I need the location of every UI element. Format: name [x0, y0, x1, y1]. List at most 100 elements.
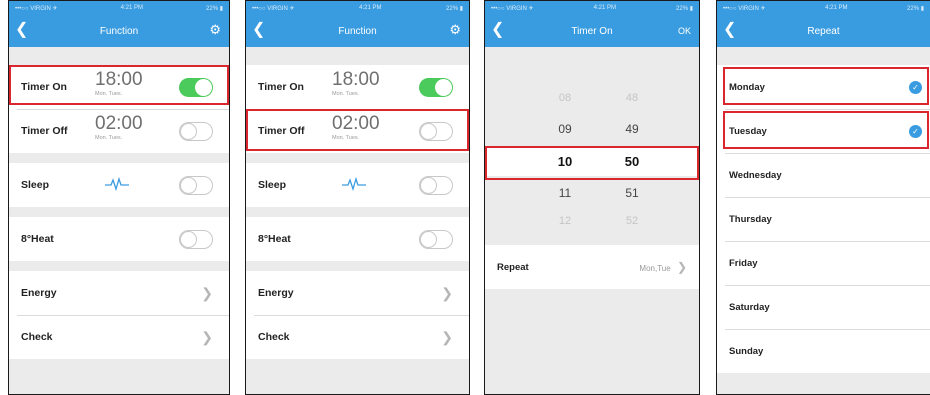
minute-option[interactable]: 48	[615, 92, 649, 104]
picker-row[interactable]: 11 51	[485, 178, 699, 208]
back-icon[interactable]: ❮	[723, 22, 736, 38]
energy-label: Energy	[258, 287, 294, 299]
battery-text: 22% ▮	[907, 5, 924, 12]
day-label: Saturday	[729, 301, 770, 313]
check-row[interactable]: Check ❯	[9, 315, 229, 359]
minute-option[interactable]: 52	[615, 215, 649, 227]
back-icon[interactable]: ❮	[491, 22, 504, 38]
highlight-box-selected-time	[485, 146, 699, 180]
chevron-right-icon: ❯	[441, 284, 453, 301]
phone-screen-function-1: •••○○ VIRGIN ✈ 4:21 PM 22% ▮ ❮ Function …	[8, 0, 230, 395]
day-row-friday[interactable]: Friday	[717, 241, 930, 285]
energy-row[interactable]: Energy ❯	[9, 271, 229, 315]
picker-row[interactable]: 12 52	[485, 206, 699, 236]
highlight-box-tuesday	[723, 111, 929, 149]
battery-text: 22% ▮	[446, 5, 463, 12]
timer-on-row[interactable]: Timer On 18:00 Mon. Tues.	[246, 65, 469, 109]
chevron-right-icon: ❯	[676, 260, 687, 274]
phone-screen-repeat: •••○○ VIRGIN ✈ 4:21 PM 22% ▮ ❮ Repeat Mo…	[716, 0, 930, 395]
highlight-box-timer-off	[246, 109, 469, 151]
page-title: Repeat	[807, 25, 840, 37]
timer-on-time-value: 18:00	[332, 69, 380, 90]
status-bar: •••○○ VIRGIN ✈ 4:21 PM 22% ▮	[717, 1, 930, 15]
day-row-thursday[interactable]: Thursday	[717, 197, 930, 241]
day-label: Friday	[729, 257, 758, 269]
clock-text: 4:21 PM	[120, 5, 143, 11]
status-bar: •••○○ VIRGIN ✈ 4:21 PM 22% ▮	[9, 1, 229, 15]
nav-bar: ❮ Repeat	[717, 15, 930, 47]
nav-bar: ❮ Function ⚙	[9, 15, 229, 47]
picker-row[interactable]: 09 49	[485, 114, 699, 144]
back-icon[interactable]: ❮	[252, 22, 265, 38]
page-title: Timer On	[571, 25, 613, 37]
carrier-text: •••○○ VIRGIN ✈	[491, 5, 534, 12]
sleep-row[interactable]: Sleep	[246, 163, 469, 207]
battery-text: 22% ▮	[676, 5, 693, 12]
repeat-label: Repeat	[497, 261, 529, 273]
ok-button[interactable]: OK	[678, 26, 691, 36]
check-row[interactable]: Check ❯	[246, 315, 469, 359]
heat-toggle[interactable]	[419, 229, 453, 249]
battery-text: 22% ▮	[206, 5, 223, 12]
timer-off-label: Timer Off	[21, 125, 68, 137]
hour-option[interactable]: 08	[548, 92, 582, 104]
carrier-text: •••○○ VIRGIN ✈	[252, 5, 295, 12]
sleep-toggle[interactable]	[179, 175, 213, 195]
hour-option[interactable]: 09	[548, 122, 582, 136]
timer-on-label: Timer On	[258, 81, 304, 93]
carrier-text: •••○○ VIRGIN ✈	[15, 5, 58, 12]
repeat-value-text: Mon,Tue	[639, 264, 671, 273]
timer-on-toggle[interactable]	[419, 77, 453, 97]
back-icon[interactable]: ❮	[15, 22, 28, 38]
check-label: Check	[258, 331, 290, 343]
sleep-row[interactable]: Sleep	[9, 163, 229, 207]
day-label: Sunday	[729, 345, 764, 357]
timer-off-row[interactable]: Timer Off 02:00 Mon. Tues.	[9, 109, 229, 153]
clock-text: 4:21 PM	[593, 5, 616, 11]
page-title: Function	[99, 25, 139, 37]
sleep-label: Sleep	[21, 179, 50, 191]
day-label: Thursday	[729, 213, 772, 225]
heat-row[interactable]: 8°Heat	[9, 217, 229, 261]
repeat-row[interactable]: Repeat Mon,Tue ❯	[485, 245, 699, 289]
status-bar: •••○○ VIRGIN ✈ 4:21 PM 22% ▮	[485, 1, 699, 15]
day-row-sunday[interactable]: Sunday	[717, 329, 930, 373]
heat-row[interactable]: 8°Heat	[246, 217, 469, 261]
timer-on-days: Mon. Tues.	[332, 91, 360, 97]
gear-icon[interactable]: ⚙	[209, 23, 221, 37]
phone-screen-function-2: •••○○ VIRGIN ✈ 4:21 PM 22% ▮ ❮ Function …	[245, 0, 470, 395]
nav-bar: ❮ Function ⚙	[246, 15, 469, 47]
day-row-saturday[interactable]: Saturday	[717, 285, 930, 329]
nav-bar: ❮ Timer On OK	[485, 15, 699, 47]
timer-on-time: 18:00 Mon. Tues.	[332, 69, 380, 98]
energy-row[interactable]: Energy ❯	[246, 271, 469, 315]
hour-option[interactable]: 12	[548, 215, 582, 227]
day-label: Wednesday	[729, 169, 782, 181]
repeat-value: Mon,Tue ❯	[639, 260, 687, 274]
chevron-right-icon: ❯	[441, 328, 453, 345]
picker-row[interactable]: 08 48	[485, 83, 699, 113]
hour-option[interactable]: 11	[548, 186, 582, 200]
minute-option[interactable]: 49	[615, 122, 649, 136]
timer-off-toggle[interactable]	[179, 121, 213, 141]
pulse-wave-icon	[105, 177, 129, 191]
chevron-right-icon: ❯	[201, 284, 213, 301]
minute-option[interactable]: 51	[615, 186, 649, 200]
timer-off-days: Mon. Tues.	[95, 135, 123, 141]
day-row-wednesday[interactable]: Wednesday	[717, 153, 930, 197]
timer-off-time: 02:00 Mon. Tues.	[95, 114, 143, 142]
gear-icon[interactable]: ⚙	[449, 23, 461, 37]
heat-label: 8°Heat	[21, 233, 54, 245]
check-label: Check	[21, 331, 53, 343]
sleep-label: Sleep	[258, 179, 287, 191]
pulse-wave-icon	[342, 177, 366, 191]
heat-label: 8°Heat	[258, 233, 291, 245]
heat-toggle[interactable]	[179, 229, 213, 249]
clock-text: 4:21 PM	[359, 5, 382, 11]
clock-text: 4:21 PM	[825, 5, 848, 11]
sleep-toggle[interactable]	[419, 175, 453, 195]
chevron-right-icon: ❯	[201, 328, 213, 345]
energy-label: Energy	[21, 287, 57, 299]
carrier-text: •••○○ VIRGIN ✈	[723, 5, 766, 12]
page-title: Function	[338, 25, 377, 37]
